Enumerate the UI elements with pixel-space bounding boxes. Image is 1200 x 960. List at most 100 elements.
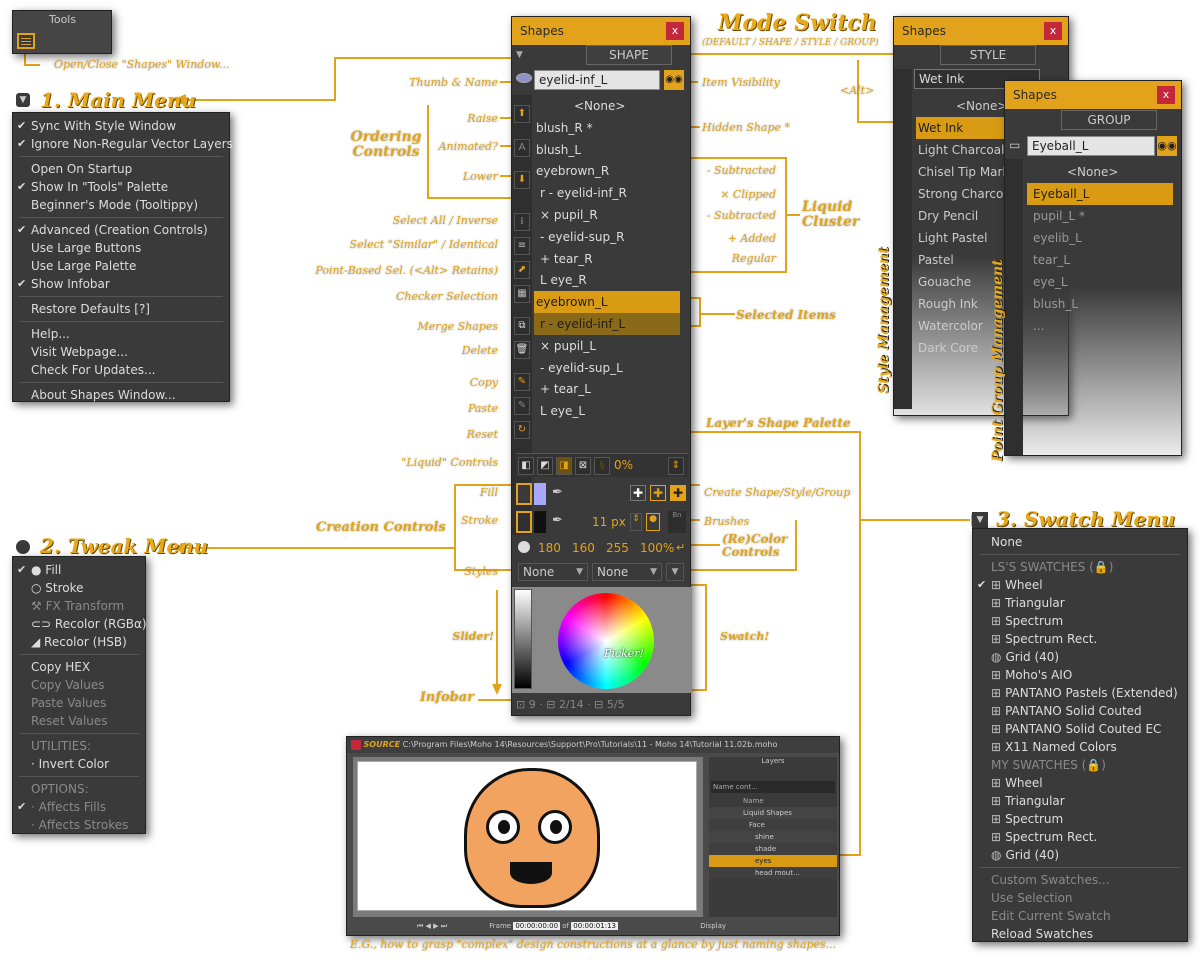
- tweak-menu-item[interactable]: Copy Values: [13, 676, 145, 694]
- swatch-menu-item[interactable]: ⊞ Triangular: [973, 792, 1187, 810]
- swatch-menu-item[interactable]: ✔ ⊞ Wheel: [973, 576, 1187, 594]
- stroke-width-stepper-icon[interactable]: ⇕: [630, 513, 642, 531]
- saturation-value[interactable]: 160: [572, 541, 595, 555]
- main-menu-item[interactable]: Help...: [13, 325, 229, 343]
- shapes-menu-arrow-icon[interactable]: ▼: [516, 47, 530, 63]
- shape-list-item[interactable]: r - eyelid-inf_L: [534, 313, 680, 335]
- group-list-item[interactable]: blush_L: [1027, 293, 1173, 315]
- swatch-menu-item[interactable]: ⊞ Wheel: [973, 774, 1187, 792]
- shape-list-item[interactable]: blush_R *: [534, 117, 680, 139]
- group-list-item[interactable]: ...: [1027, 315, 1173, 337]
- visibility-eye-icon[interactable]: ◉◉: [664, 70, 684, 90]
- group-mode-switch[interactable]: GROUP: [1061, 110, 1157, 130]
- group-list-item[interactable]: tear_L: [1027, 249, 1173, 271]
- layer-row[interactable]: Liquid Shapes: [709, 807, 837, 819]
- shapes-window-toggle-button[interactable]: [17, 33, 35, 49]
- lower-arrow-icon[interactable]: ⬇: [514, 171, 530, 189]
- main-menu-item[interactable]: Open On Startup: [13, 160, 229, 178]
- main-menu-item[interactable]: ✔ Show Infobar: [13, 275, 229, 293]
- color-mode-dot-icon[interactable]: [518, 541, 530, 553]
- shape-list-item[interactable]: blush_L: [534, 139, 680, 161]
- main-menu-item[interactable]: Use Large Palette: [13, 257, 229, 275]
- opacity-value[interactable]: 0%: [614, 458, 633, 472]
- reset-icon[interactable]: ↻: [514, 421, 530, 439]
- copy-dropper-icon[interactable]: ✎: [514, 373, 530, 391]
- shape-list-item[interactable]: × pupil_R: [534, 204, 680, 226]
- tweak-menu-item[interactable]: ⊂⊃ Recolor (RGBα): [13, 615, 147, 633]
- style1-select[interactable]: None ▼: [518, 563, 588, 581]
- liquid-add-icon[interactable]: ◩: [537, 457, 553, 475]
- shape-list-item[interactable]: L eye_R: [534, 269, 680, 291]
- stroke-color-swatch[interactable]: [534, 511, 546, 533]
- shape-list-item[interactable]: - eyelid-sup_R: [534, 226, 680, 248]
- shape-name-field[interactable]: eyelid-inf_L: [534, 70, 660, 90]
- display-menu[interactable]: Display: [700, 922, 726, 930]
- tweak-menu-item[interactable]: Copy HEX: [13, 658, 145, 676]
- main-menu-item[interactable]: Beginner's Mode (Tooltippy): [13, 196, 229, 214]
- fill-toggle-icon[interactable]: [516, 483, 532, 505]
- main-menu-item[interactable]: Visit Webpage...: [13, 343, 229, 361]
- tweak-menu-item[interactable]: · Affects Strokes: [13, 816, 145, 834]
- swatch-menu-item[interactable]: ⊞ Spectrum: [973, 810, 1187, 828]
- shapes-window-close-button[interactable]: x: [666, 22, 684, 40]
- group-name-field[interactable]: Eyeball_L: [1027, 136, 1155, 156]
- layer-row[interactable]: eyes: [709, 855, 837, 867]
- shape-list-item[interactable]: eyebrown_R: [534, 160, 680, 182]
- swatch-menu-item[interactable]: Custom Swatches...: [973, 871, 1187, 889]
- swatch-menu-item[interactable]: None: [973, 533, 1187, 551]
- visibility-eye-icon[interactable]: ◉◉: [1157, 136, 1177, 156]
- shape-list-item[interactable]: r - eyelid-inf_R: [534, 182, 680, 204]
- create-style-icon[interactable]: ✚: [650, 485, 666, 501]
- swatch-menu-item[interactable]: Reload Swatches: [973, 925, 1187, 943]
- main-menu-arrow-icon[interactable]: ▼: [16, 93, 30, 107]
- layer-row[interactable]: Face: [709, 819, 837, 831]
- shape-list-item[interactable]: - eyelid-sup_L: [534, 357, 680, 379]
- group-window-close-button[interactable]: x: [1157, 86, 1175, 104]
- shape-list-item[interactable]: + tear_R: [534, 248, 680, 270]
- group-list-item[interactable]: <None>: [1027, 161, 1173, 183]
- shape-list-item[interactable]: <None>: [534, 95, 680, 117]
- swatch-menu-item[interactable]: ⊞ Moho's AIO: [973, 666, 1187, 684]
- layer-row[interactable]: shine: [709, 831, 837, 843]
- tweak-menu-item[interactable]: ○ Stroke: [13, 579, 145, 597]
- color-wheel-swatch[interactable]: [558, 593, 654, 689]
- swatch-menu-item[interactable]: ⊞ PANTANO Pastels (Extended): [973, 684, 1187, 702]
- swatch-menu-item[interactable]: Edit Current Swatch: [973, 907, 1187, 925]
- main-menu-item[interactable]: ✔ Show In "Tools" Palette: [13, 178, 229, 196]
- merge-shapes-icon[interactable]: ⧉: [514, 317, 530, 335]
- tweak-menu-item[interactable]: · Invert Color: [13, 755, 145, 773]
- trash-icon[interactable]: 🗑: [514, 341, 530, 359]
- tweak-menu-item[interactable]: ✔ · Affects Fills: [13, 798, 145, 816]
- stroke-dropper-icon[interactable]: ✒: [552, 513, 563, 528]
- tweak-menu-item[interactable]: OPTIONS:: [13, 780, 145, 798]
- fill-dropper-icon[interactable]: ✒: [552, 485, 563, 500]
- shape-list-item[interactable]: × pupil_L: [534, 335, 680, 357]
- tweak-menu-item[interactable]: ⚒ FX Transform: [13, 597, 145, 615]
- swatch-menu-item[interactable]: ⊞ X11 Named Colors: [973, 738, 1187, 756]
- main-menu-item[interactable]: About Shapes Window...: [13, 386, 229, 404]
- tweak-menu-item[interactable]: ◢ Recolor (HSB): [13, 633, 145, 651]
- swatch-menu-item[interactable]: ◍ Grid (40): [973, 846, 1187, 864]
- tweak-menu-item[interactable]: UTILITIES:: [13, 737, 145, 755]
- hue-value[interactable]: 180: [538, 541, 561, 555]
- stroke-width-value[interactable]: 11 px: [592, 515, 626, 529]
- layer-row[interactable]: head mout...: [709, 867, 837, 879]
- animated-icon[interactable]: A: [514, 139, 530, 157]
- main-menu-item[interactable]: ✔ Advanced (Creation Controls): [13, 221, 229, 239]
- brush-icon[interactable]: ●: [646, 513, 660, 531]
- recolor-apply-icon[interactable]: ↵: [676, 541, 685, 554]
- opacity-icon[interactable]: §: [594, 457, 610, 475]
- main-menu-item[interactable]: ✔ Sync With Style Window: [13, 117, 229, 135]
- swatch-menu-item[interactable]: ◍ Grid (40): [973, 648, 1187, 666]
- paste-icon[interactable]: ✎: [514, 397, 530, 415]
- name-filter[interactable]: Name cont...: [711, 781, 835, 793]
- swatch-area[interactable]: Picker!: [512, 587, 692, 693]
- brush-select-icon[interactable]: Bn: [668, 511, 686, 533]
- style-window-close-button[interactable]: x: [1044, 22, 1062, 40]
- raise-arrow-icon[interactable]: ⬆: [514, 105, 530, 123]
- swatch-menu-item[interactable]: ⊞ Spectrum Rect.: [973, 630, 1187, 648]
- alpha-value[interactable]: 100%: [640, 541, 674, 555]
- moho-canvas[interactable]: [353, 757, 703, 917]
- create-shape-icon[interactable]: ✚: [630, 485, 646, 501]
- shape-list-item[interactable]: + tear_L: [534, 378, 680, 400]
